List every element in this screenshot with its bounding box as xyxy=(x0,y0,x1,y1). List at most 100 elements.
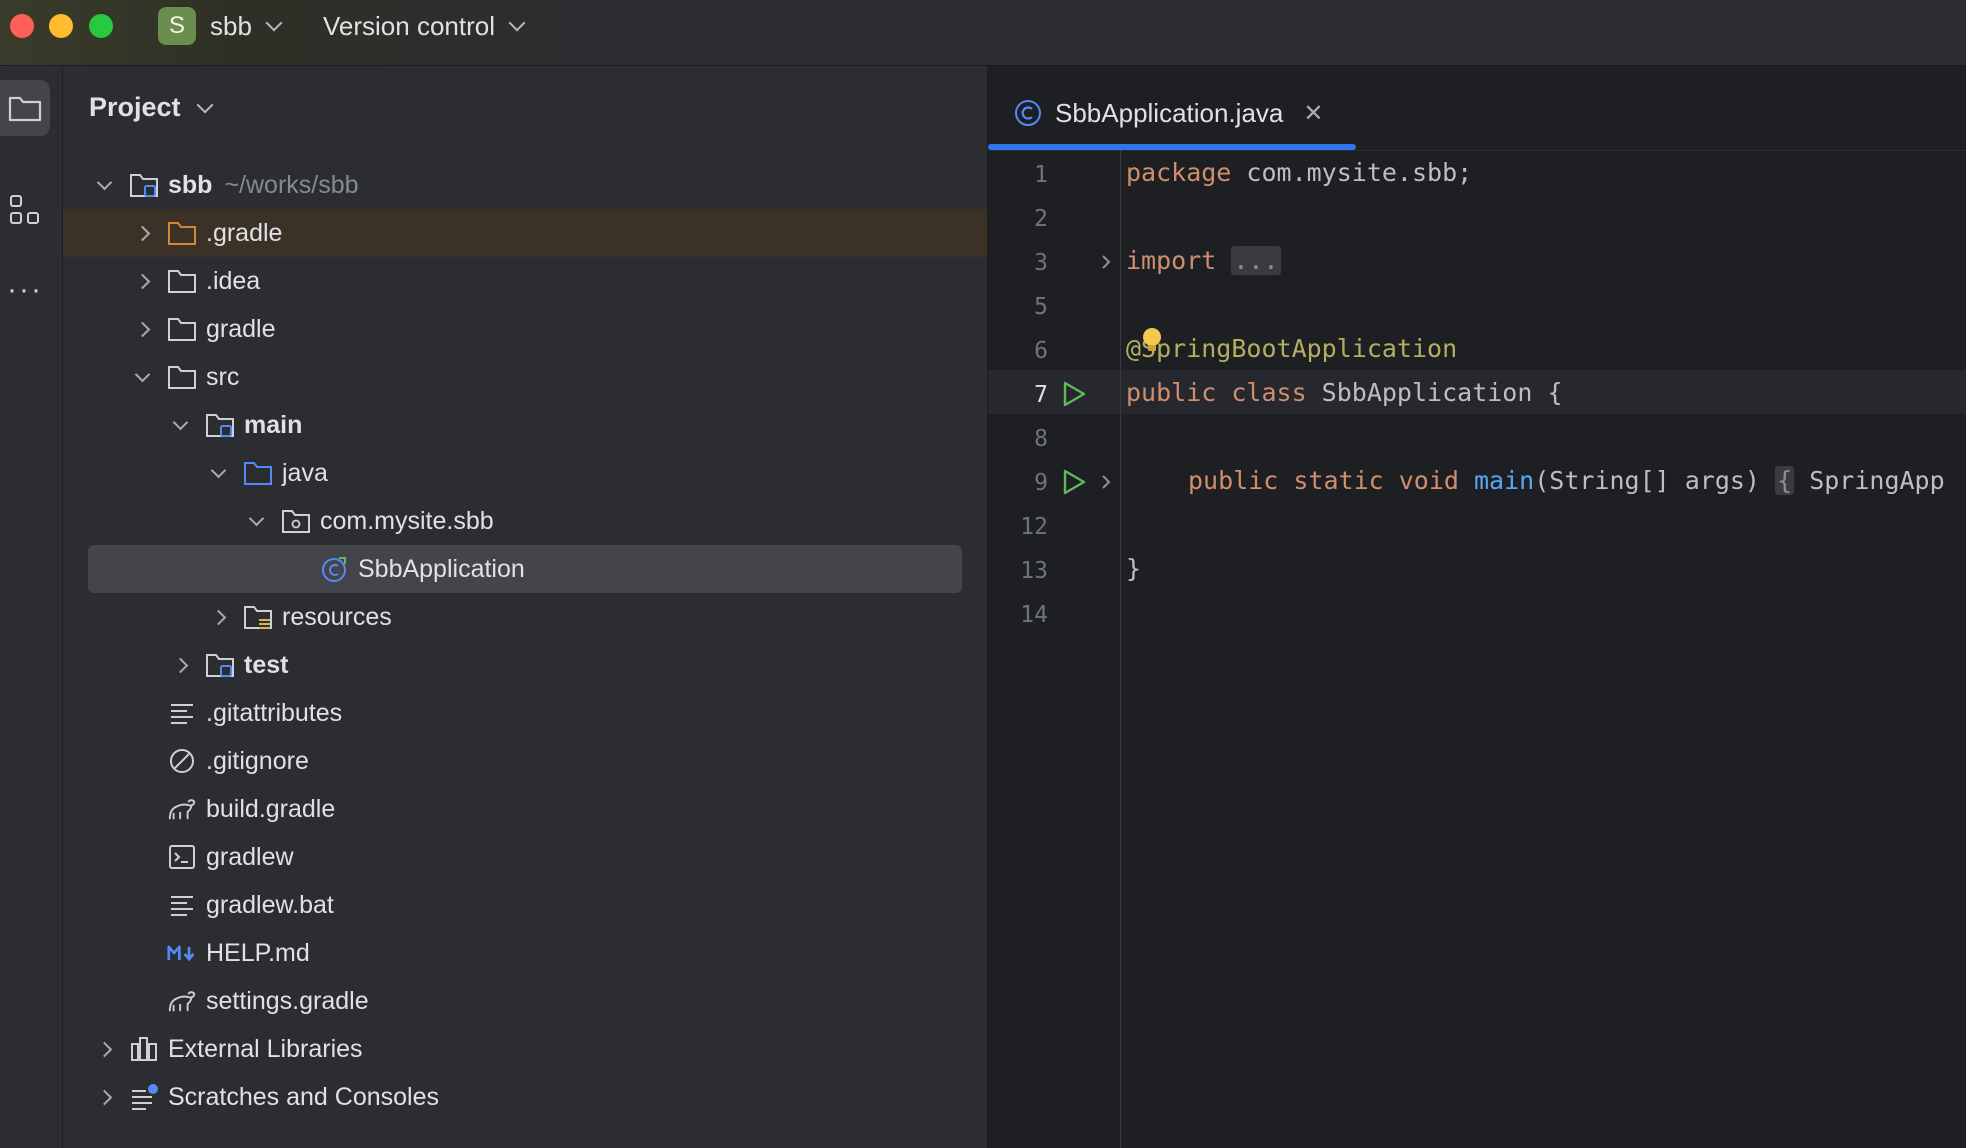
tree-label: .gradle xyxy=(206,218,283,247)
code-line-9[interactable]: public static void main(String[] args) {… xyxy=(1188,466,1945,495)
resources-folder-icon xyxy=(243,602,273,632)
line-number: 13 xyxy=(1020,558,1048,584)
collapse-arrow-icon[interactable] xyxy=(169,414,191,436)
expand-arrow-icon[interactable] xyxy=(131,318,153,340)
tree-label: com.mysite.sbb xyxy=(320,506,494,535)
tree-item-java[interactable]: java xyxy=(63,449,987,497)
tree-label: Scratches and Consoles xyxy=(168,1082,439,1111)
editor-gutter: 1 2 3 5 6 7 8 9 12 13 14 xyxy=(988,150,1121,1148)
chevron-down-icon xyxy=(196,96,214,113)
tree-item-gitattributes[interactable]: .gitattributes xyxy=(63,689,987,737)
folder-icon xyxy=(8,96,42,122)
expand-arrow-icon[interactable] xyxy=(131,222,153,244)
class-icon xyxy=(1015,100,1041,126)
window-minimize-button[interactable] xyxy=(49,14,73,38)
project-tool-button[interactable] xyxy=(0,80,50,136)
fold-expand-icon[interactable] xyxy=(1098,474,1114,490)
tree-item-gradlew[interactable]: gradlew xyxy=(63,833,987,881)
project-switcher[interactable]: S sbb xyxy=(158,6,283,46)
tree-item-gradle-hidden[interactable]: .gradle xyxy=(63,209,987,257)
code-line-7[interactable]: public class SbbApplication { xyxy=(1126,378,1563,407)
project-badge: S xyxy=(158,7,196,45)
source-folder-icon xyxy=(243,458,273,488)
folder-icon xyxy=(167,314,197,344)
tree-item-help-md[interactable]: HELP.md xyxy=(63,929,987,977)
tree-item-sbb-root[interactable]: sbb ~/works/sbb xyxy=(63,161,987,209)
lightbulb-icon[interactable] xyxy=(1140,326,1164,356)
tree-item-settings-gradle[interactable]: settings.gradle xyxy=(63,977,987,1025)
folded-imports[interactable]: ... xyxy=(1231,246,1281,275)
tree-label: .gitignore xyxy=(206,746,309,775)
expand-arrow-icon[interactable] xyxy=(207,606,229,628)
folder-icon xyxy=(167,266,197,296)
expand-arrow-icon[interactable] xyxy=(131,270,153,292)
tree-item-main[interactable]: main xyxy=(63,401,987,449)
tree-label: HELP.md xyxy=(206,938,310,967)
collapse-arrow-icon[interactable] xyxy=(131,366,153,388)
tree-path-hint: ~/works/sbb xyxy=(224,170,359,199)
project-view-selector[interactable]: Project xyxy=(89,92,214,123)
tree-item-package[interactable]: com.mysite.sbb xyxy=(63,497,987,545)
version-control-menu[interactable]: Version control xyxy=(323,6,526,46)
tree-label: java xyxy=(282,458,328,487)
line-number: 1 xyxy=(1034,162,1048,188)
tree-item-build-gradle[interactable]: build.gradle xyxy=(63,785,987,833)
line-number: 8 xyxy=(1034,426,1048,452)
ellipsis-icon: ··· xyxy=(7,273,43,306)
tree-label: gradle xyxy=(206,314,276,343)
line-number: 3 xyxy=(1034,250,1048,276)
project-name: sbb xyxy=(210,10,252,41)
package-icon xyxy=(281,506,311,536)
expand-arrow-icon[interactable] xyxy=(93,1086,115,1108)
expand-arrow-icon[interactable] xyxy=(93,1038,115,1060)
tree-label: gradlew xyxy=(206,842,294,871)
tree-item-idea[interactable]: .idea xyxy=(63,257,987,305)
close-icon[interactable]: ✕ xyxy=(1303,99,1323,128)
tree-item-gitignore[interactable]: .gitignore xyxy=(63,737,987,785)
editor-tab-bar: SbbApplication.java ✕ xyxy=(988,66,1966,151)
tree-item-scratches[interactable]: Scratches and Consoles xyxy=(63,1073,987,1121)
gradle-elephant-icon xyxy=(167,794,197,824)
tree-item-src[interactable]: src xyxy=(63,353,987,401)
tree-label: SbbApplication xyxy=(358,554,525,583)
code-line-6[interactable]: @SpringBootApplication xyxy=(1126,334,1457,363)
tree-label: .gitattributes xyxy=(206,698,343,727)
tree-label: sbb xyxy=(168,170,213,199)
text-file-icon xyxy=(167,890,197,920)
tree-item-gradlew-bat[interactable]: gradlew.bat xyxy=(63,881,987,929)
expand-arrow-icon[interactable] xyxy=(169,654,191,676)
tree-item-resources[interactable]: resources xyxy=(63,593,987,641)
tree-item-sbb-application[interactable]: SbbApplication xyxy=(88,545,962,593)
code-line-13[interactable]: } xyxy=(1126,554,1141,583)
tab-sbb-application[interactable]: SbbApplication.java ✕ xyxy=(988,80,1356,146)
tree-item-external-libraries[interactable]: External Libraries xyxy=(63,1025,987,1073)
title-bar: S sbb Version control xyxy=(0,0,1966,66)
tree-label: resources xyxy=(282,602,392,631)
window-close-button[interactable] xyxy=(10,14,34,38)
code-line-1[interactable]: package com.mysite.sbb; xyxy=(1126,158,1472,187)
tree-label: settings.gradle xyxy=(206,986,369,1015)
spring-class-icon xyxy=(319,554,349,584)
structure-tool-button[interactable] xyxy=(0,182,50,238)
fold-expand-icon[interactable] xyxy=(1098,254,1114,270)
collapse-arrow-icon[interactable] xyxy=(93,174,115,196)
tree-item-test[interactable]: test xyxy=(63,641,987,689)
collapse-arrow-icon[interactable] xyxy=(245,510,267,532)
version-control-label: Version control xyxy=(323,10,495,41)
ignore-file-icon xyxy=(167,746,197,776)
code-line-3[interactable]: import ... xyxy=(1126,246,1281,275)
run-icon[interactable] xyxy=(1060,380,1088,408)
run-icon[interactable] xyxy=(1060,468,1088,496)
project-panel: Project sbb~/works/sbb .gradle .idea gr xyxy=(63,66,987,1148)
folded-method-body[interactable]: { xyxy=(1775,466,1795,495)
tree-label: .idea xyxy=(206,266,261,295)
line-number: 12 xyxy=(1020,514,1048,540)
collapse-arrow-icon[interactable] xyxy=(207,462,229,484)
text-file-icon xyxy=(167,698,197,728)
window-maximize-button[interactable] xyxy=(89,14,113,38)
chevron-down-icon xyxy=(265,14,283,32)
tree-item-gradle[interactable]: gradle xyxy=(63,305,987,353)
more-tools-button[interactable]: ··· xyxy=(0,262,50,318)
line-number: 7 xyxy=(1034,382,1048,408)
panel-title: Project xyxy=(89,92,181,122)
